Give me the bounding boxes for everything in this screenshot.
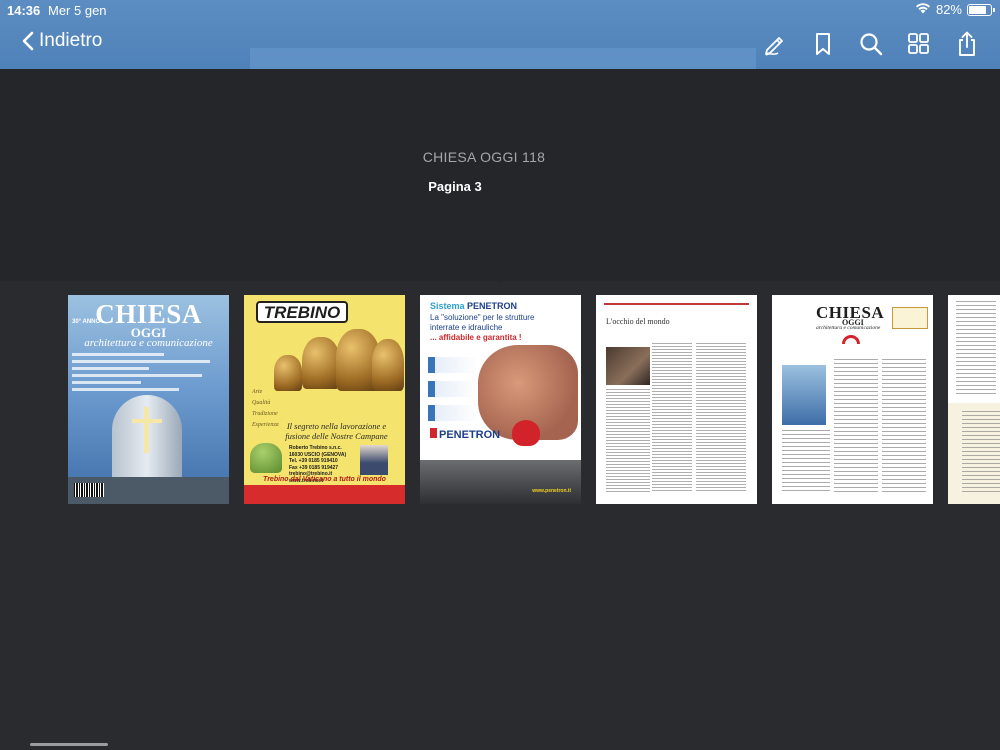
trebino-motto: Trebino dal Vaticano a tutto il mondo: [263, 476, 386, 483]
brand-prefix: Sistema: [430, 301, 465, 311]
trebino-logo: TREBINO: [263, 303, 341, 322]
bell-image: [302, 337, 340, 389]
thumbnail-page-1[interactable]: 30° ANNO CHIESA OGGI architettura e comu…: [68, 295, 229, 504]
top-bar: 14:36 Mer 5 gen 82% Indietro: [0, 0, 1000, 69]
bell-image: [274, 355, 302, 391]
thumbnail-page-3[interactable]: Sistema PENETRON La "soluzione" per le s…: [420, 295, 581, 504]
barcode-image: [74, 483, 104, 497]
status-time: 14:36: [7, 3, 41, 18]
green-bell-image: [250, 443, 282, 473]
nav-bar: Indietro: [0, 22, 1000, 69]
back-label: Indietro: [39, 30, 103, 51]
battery-percent: 82%: [935, 2, 962, 17]
search-icon[interactable]: [858, 30, 884, 58]
person-photo: [360, 445, 388, 475]
battery-icon: [967, 3, 995, 16]
back-button[interactable]: Indietro: [22, 30, 102, 52]
headline-b: ... affidabile e garantita !: [430, 333, 522, 342]
markup-pen-icon[interactable]: [762, 30, 788, 58]
text-column: [834, 359, 878, 494]
feature-list: [428, 357, 478, 429]
article-photo: [606, 347, 650, 385]
grid-thumbnails-icon[interactable]: [906, 30, 932, 58]
text-column: [606, 389, 650, 493]
wifi-icon: [915, 2, 931, 17]
share-icon[interactable]: [954, 30, 980, 58]
bell-image: [372, 339, 404, 391]
page-thumbnails-strip[interactable]: 30° ANNO CHIESA OGGI architettura e comu…: [0, 295, 1000, 505]
brand-name: PENETRON: [467, 301, 518, 311]
status-bar: 14:36 Mer 5 gen 82%: [0, 0, 1000, 22]
cross-image-bar: [132, 419, 162, 423]
rainbow-logo: [842, 335, 860, 344]
thumbnail-page-5[interactable]: CHIESA OGGI architettura e comunicazione: [772, 295, 933, 504]
heart-image: [512, 420, 540, 446]
text-column: [696, 343, 746, 493]
headline-a: La "soluzione" per le strutture interrat…: [430, 313, 535, 332]
cover-text-lines: [72, 353, 225, 395]
cover-subtitle: architettura e comunicazione: [84, 337, 213, 349]
article-title: L'occhio del mondo: [606, 317, 670, 326]
text-column: [956, 301, 996, 397]
chevron-left-icon: [22, 31, 34, 51]
bookmark-icon[interactable]: [810, 30, 836, 58]
selection-pointer: [490, 275, 508, 283]
penetron-url: www.penetron.it: [532, 488, 571, 494]
current-page-label: Pagina 3: [428, 179, 482, 194]
city-skyline-image: [420, 460, 581, 504]
thumbnail-page-6[interactable]: [948, 295, 1000, 504]
status-right: 82%: [915, 2, 995, 17]
penetron-logo: PENETRON: [430, 428, 500, 441]
masthead-subtitle: architettura e comunicazione: [816, 325, 881, 331]
home-indicator[interactable]: [30, 743, 108, 746]
battery-fill: [969, 5, 987, 14]
text-column: [882, 359, 926, 494]
penetron-headline: La "soluzione" per le strutture interrat…: [430, 313, 540, 343]
info-box: [892, 307, 928, 329]
trebino-slogan: Il segreto nella lavorazione e fusione d…: [285, 421, 388, 441]
red-header-line: [604, 303, 749, 305]
penetron-brand: Sistema PENETRON: [430, 301, 517, 311]
red-footer-bar: [244, 485, 405, 504]
text-column: [652, 343, 692, 493]
mini-cover-image: [782, 365, 826, 425]
thumbnail-page-4[interactable]: L'occhio del mondo: [596, 295, 757, 504]
thumbnail-page-2[interactable]: TREBINO Arte Qualità Tradizione Esperien…: [244, 295, 405, 504]
text-column: [782, 430, 830, 494]
document-title: CHIESA OGGI 118: [422, 149, 546, 165]
cross-image: [144, 407, 149, 453]
toolbar: [762, 30, 980, 58]
status-date: Mer 5 gen: [48, 3, 107, 18]
document-header: CHIESA OGGI 118 Pagina 3: [0, 69, 1000, 281]
text-column: [962, 411, 1000, 495]
